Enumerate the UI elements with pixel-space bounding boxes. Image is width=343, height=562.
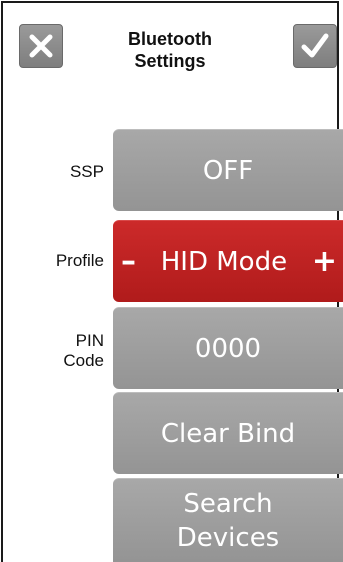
pin-label-line-1: PIN: [75, 331, 104, 350]
pin-code-value: 0000: [194, 333, 262, 364]
profile-increment-button[interactable]: +: [312, 244, 337, 279]
cancel-button[interactable]: [19, 24, 63, 68]
close-icon: [29, 34, 53, 58]
search-label-line-1: Search: [183, 488, 273, 519]
page-title: Bluetooth Settings: [110, 28, 230, 72]
clear-bind-label: Clear Bind: [160, 418, 296, 449]
clear-bind-button[interactable]: Clear Bind: [113, 392, 343, 474]
search-devices-button[interactable]: Search Devices: [113, 478, 343, 562]
search-label-line-2: Devices: [176, 522, 280, 553]
ssp-value: OFF: [202, 155, 254, 186]
title-line-1: Bluetooth: [128, 29, 212, 49]
profile-value: HID Mode: [160, 246, 288, 277]
ssp-label: SSP: [69, 162, 104, 181]
checkmark-icon: [301, 33, 329, 58]
profile-label: Profile: [55, 251, 104, 270]
profile-selector[interactable]: – HID Mode +: [113, 220, 343, 302]
confirm-button[interactable]: [293, 24, 337, 68]
pin-code-field[interactable]: 0000: [113, 307, 343, 389]
pin-label-line-2: Code: [63, 351, 104, 370]
pin-code-label: PIN Code: [30, 331, 104, 371]
profile-decrement-button[interactable]: –: [121, 244, 136, 279]
ssp-toggle[interactable]: OFF: [113, 129, 343, 211]
title-line-2: Settings: [134, 51, 206, 71]
